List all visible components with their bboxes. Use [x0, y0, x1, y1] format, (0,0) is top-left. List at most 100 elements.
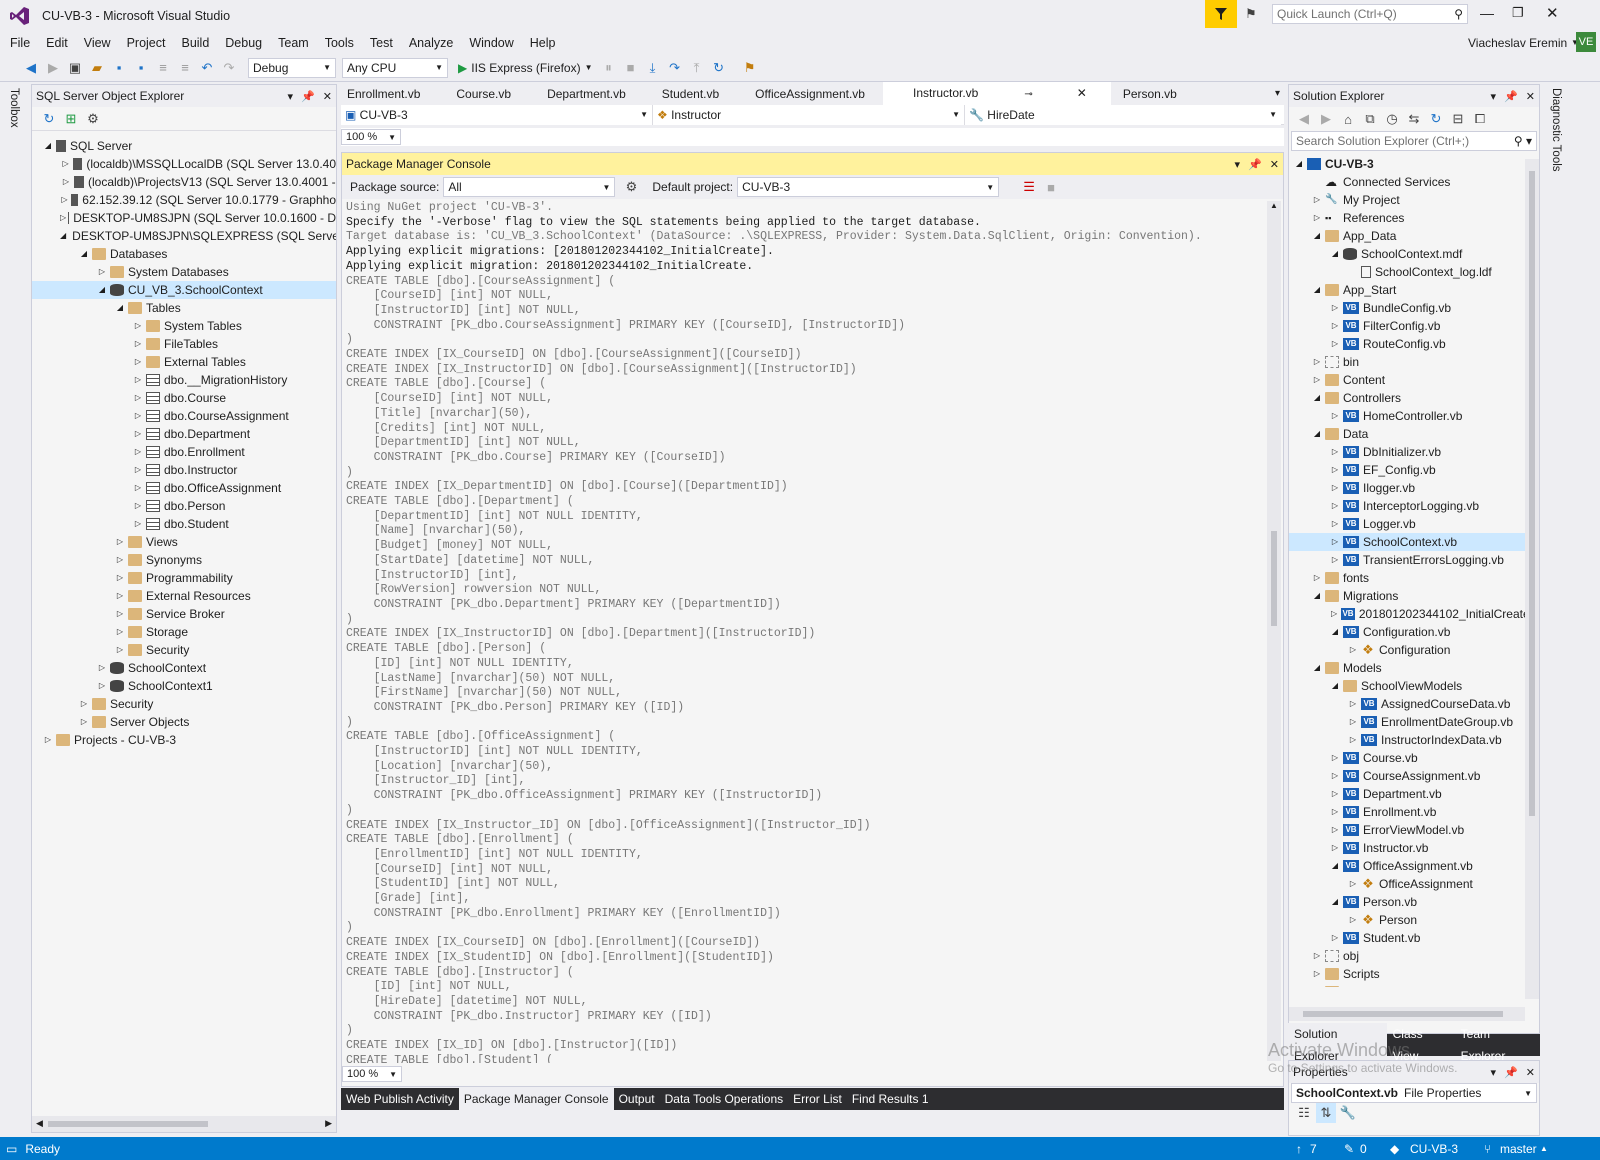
tab-person[interactable]: Person.vb [1111, 83, 1195, 105]
type-nav-select[interactable]: ❖ Instructor ▼ [653, 104, 965, 125]
tree-item[interactable]: ▷ dbo.CourseAssignment [32, 407, 336, 425]
tree-item[interactable]: ▷ VB Enrollment.vb [1289, 803, 1539, 821]
collapsed-arrow-icon[interactable]: ▷ [132, 389, 144, 407]
tree-item[interactable]: ▷ VB RouteConfig.vb [1289, 335, 1539, 353]
clear-console-icon[interactable]: ☰ [1019, 177, 1039, 197]
pause-icon[interactable]: ⏸ [599, 58, 619, 78]
tree-item[interactable]: ▷ VB SchoolContext.vb [1289, 533, 1539, 551]
menu-view[interactable]: View [76, 32, 119, 54]
expanded-arrow-icon[interactable]: ◢ [1311, 659, 1323, 677]
close-tab-icon[interactable]: ✕ [1059, 86, 1105, 100]
project-nav-select[interactable]: ▣ CU-VB-3 ▼ [341, 104, 653, 125]
tree-item[interactable]: ▷ obj [1289, 947, 1539, 965]
tree-item[interactable]: ▷ VB DbInitializer.vb [1289, 443, 1539, 461]
scroll-left-icon[interactable]: ◀ [36, 1118, 43, 1129]
tree-item[interactable]: ▷ VB 201801202344102_InitialCreate.v [1289, 605, 1539, 623]
tree-item[interactable]: ◢ App_Data [1289, 227, 1539, 245]
collapsed-arrow-icon[interactable]: ▷ [1347, 641, 1359, 659]
collapsed-arrow-icon[interactable]: ▷ [114, 533, 126, 551]
close-icon[interactable]: ✕ [1526, 1067, 1535, 1079]
tree-item[interactable]: ▷ dbo.Enrollment [32, 443, 336, 461]
collapsed-arrow-icon[interactable]: ▷ [1347, 875, 1359, 893]
add-server-icon[interactable]: ⊞ [61, 109, 81, 129]
solution-search-box[interactable]: Search Solution Explorer (Ctrl+;) ⚲ ▾ [1291, 131, 1537, 151]
pmc-vscroll-thumb[interactable] [1271, 531, 1277, 626]
tree-item[interactable]: ▷ VB Ilogger.vb [1289, 479, 1539, 497]
tree-item[interactable]: ▷ VB TransientErrorsLogging.vb [1289, 551, 1539, 569]
tree-item[interactable]: ▷ Programmability [32, 569, 336, 587]
collapsed-arrow-icon[interactable]: ▷ [132, 335, 144, 353]
pin-icon[interactable]: 📌 [1504, 1067, 1518, 1079]
tree-item[interactable]: ◢ SQL Server [32, 137, 336, 155]
tree-item[interactable]: ▷ 🔧 My Project [1289, 191, 1539, 209]
tree-item[interactable]: ▷ VB AssignedCourseData.vb [1289, 695, 1539, 713]
platform-select[interactable]: Any CPU ▼ [342, 57, 448, 78]
diagnostic-tools-rail[interactable]: Diagnostic Tools [1544, 82, 1570, 1137]
tree-item[interactable]: ▷ dbo.Department [32, 425, 336, 443]
expanded-arrow-icon[interactable]: ◢ [1311, 281, 1323, 299]
forward-icon[interactable]: ▶ [1316, 109, 1336, 129]
tree-item[interactable]: ▷ Projects - CU-VB-3 [32, 731, 336, 749]
collapsed-arrow-icon[interactable]: ▷ [132, 497, 144, 515]
unpublished-commits-count[interactable]: 7 [1310, 1142, 1317, 1156]
tree-item[interactable]: ▷ VB CourseAssignment.vb [1289, 767, 1539, 785]
tree-item[interactable]: ▷ SchoolContext [32, 659, 336, 677]
tree-item[interactable]: ▷ dbo.__MigrationHistory [32, 371, 336, 389]
collapsed-arrow-icon[interactable]: ▷ [1329, 749, 1341, 767]
tree-item[interactable]: ▷ VB BundleConfig.vb [1289, 299, 1539, 317]
tree-item[interactable]: ▷ dbo.OfficeAssignment [32, 479, 336, 497]
restore-button[interactable]: ❐ [1512, 5, 1524, 21]
pending-changes-icon[interactable]: ✎ [1344, 1142, 1354, 1156]
collapsed-arrow-icon[interactable]: ▷ [132, 353, 144, 371]
tree-item[interactable]: ◢ DESKTOP-UM8SJPN\SQLEXPRESS (SQL Serve [32, 227, 336, 245]
collapsed-arrow-icon[interactable]: ▷ [1347, 911, 1359, 929]
tree-item[interactable]: ▷ Storage [32, 623, 336, 641]
step-over-icon[interactable]: ↷ [665, 58, 685, 78]
tree-item[interactable]: ▷ dbo.Course [32, 389, 336, 407]
refresh-icon[interactable]: ↻ [1426, 109, 1446, 129]
collapsed-arrow-icon[interactable]: ▷ [1311, 353, 1323, 371]
collapsed-arrow-icon[interactable]: ▷ [132, 515, 144, 533]
save-all-icon[interactable]: ▪ [131, 58, 151, 78]
quick-launch-input[interactable]: Quick Launch (Ctrl+Q) [1277, 7, 1397, 21]
pin-icon[interactable]: 📌 [1248, 159, 1262, 171]
browser-link-icon[interactable]: ⚑ [740, 58, 760, 78]
pin-icon[interactable]: ⊸ [1006, 89, 1050, 100]
tree-item[interactable]: ▷ VB Department.vb [1289, 785, 1539, 803]
redo-icon[interactable]: ↷ [219, 58, 239, 78]
back-icon[interactable]: ◀ [21, 58, 41, 78]
collapsed-arrow-icon[interactable]: ▷ [1329, 443, 1341, 461]
collapsed-arrow-icon[interactable]: ▷ [1329, 767, 1341, 785]
package-source-select[interactable]: All ▼ [443, 177, 616, 197]
collapsed-arrow-icon[interactable]: ▷ [1329, 335, 1341, 353]
properties-object-select[interactable]: SchoolContext.vb File Properties ▼ [1291, 1083, 1537, 1103]
pmc-output[interactable]: Using NuGet project 'CU-VB-3'. Specify th… [346, 201, 1262, 1063]
tree-item[interactable]: ▷ bin [1289, 353, 1539, 371]
tree-item[interactable]: ☁ Connected Services [1289, 173, 1539, 191]
tree-item[interactable]: ▷ ❖ OfficeAssignment [1289, 875, 1539, 893]
expanded-arrow-icon[interactable]: ◢ [114, 299, 126, 317]
notifications-icon[interactable]: ⚑ [1245, 6, 1257, 22]
diagnostic-tools-tab[interactable]: Diagnostic Tools [1550, 88, 1562, 172]
tab-enrollment[interactable]: Enrollment.vb [341, 83, 438, 105]
tab-student[interactable]: Student.vb [644, 83, 737, 105]
tree-item[interactable]: ▷ VB EnrollmentDateGroup.vb [1289, 713, 1539, 731]
tree-item[interactable]: ▷ 62.152.39.12 (SQL Server 10.0.1779 - Gr… [32, 191, 336, 209]
editor-zoom-select[interactable]: 100 % ▼ [341, 129, 401, 145]
sql-explorer-hscroll-thumb[interactable] [48, 1121, 208, 1127]
tree-item[interactable]: ▷ VB HomeController.vb [1289, 407, 1539, 425]
pmc-zoom-select[interactable]: 100 % ▼ [342, 1066, 402, 1082]
tree-item[interactable]: ▷ System Databases [32, 263, 336, 281]
pane-dropdown-icon[interactable]: ▾ [1491, 1067, 1497, 1079]
step-into-icon[interactable]: ⤓ [643, 58, 663, 78]
collapsed-arrow-icon[interactable]: ▷ [132, 479, 144, 497]
branch-menu-icon[interactable]: ▲ [1540, 1144, 1548, 1153]
collapsed-arrow-icon[interactable]: ▷ [132, 425, 144, 443]
collapsed-arrow-icon[interactable]: ▷ [132, 317, 144, 335]
collapsed-arrow-icon[interactable]: ▷ [114, 641, 126, 659]
collapsed-arrow-icon[interactable]: ▷ [132, 443, 144, 461]
collapsed-arrow-icon[interactable]: ▷ [114, 623, 126, 641]
tree-item[interactable]: ▷ ▪▪ References [1289, 209, 1539, 227]
solution-vscroll[interactable] [1525, 159, 1539, 999]
solution-vscroll-thumb[interactable] [1529, 171, 1535, 816]
